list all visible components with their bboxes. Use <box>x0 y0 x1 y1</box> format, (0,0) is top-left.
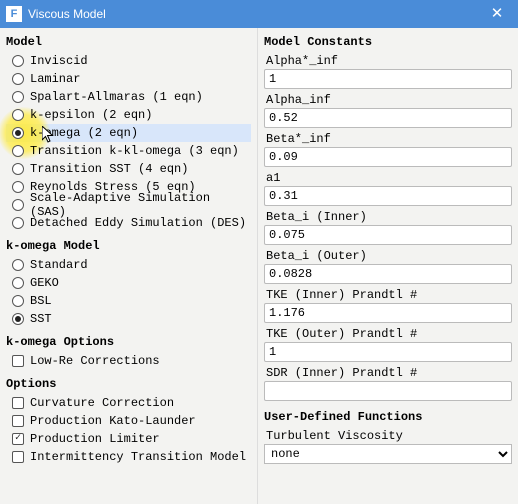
options-group: Options Curvature Correction Production K… <box>6 374 251 466</box>
close-button[interactable]: ✕ <box>482 0 512 28</box>
const-input-2[interactable] <box>264 147 512 167</box>
checkbox-icon <box>12 451 24 463</box>
checkbox-icon <box>12 397 24 409</box>
const-label-1: Alpha_inf <box>264 91 512 108</box>
constants-heading: Model Constants <box>264 32 512 52</box>
model-label: Inviscid <box>30 54 88 68</box>
komega-model-label: SST <box>30 312 52 326</box>
komega-model-heading: k-omega Model <box>6 236 251 256</box>
model-label: Transition k-kl-omega (3 eqn) <box>30 144 239 158</box>
radio-icon <box>12 295 24 307</box>
komega-options-group: k-omega Options Low-Re Corrections <box>6 332 251 370</box>
komega-model-label: GEKO <box>30 276 59 290</box>
app-icon: F <box>6 6 22 22</box>
model-radio-0[interactable]: Inviscid <box>6 52 251 70</box>
model-label: Detached Eddy Simulation (DES) <box>30 216 246 230</box>
komega-model-label: Standard <box>30 258 88 272</box>
model-radio-6[interactable]: Transition SST (4 eqn) <box>6 160 251 178</box>
const-input-5[interactable] <box>264 264 512 284</box>
radio-icon <box>12 217 24 229</box>
const-label-6: TKE (Inner) Prandtl # <box>264 286 512 303</box>
constants-group: Model Constants Alpha*_inf Alpha_inf Beta*… <box>264 32 512 403</box>
const-input-7[interactable] <box>264 342 512 362</box>
udf-heading: User-Defined Functions <box>264 407 512 427</box>
model-heading: Model <box>6 32 251 52</box>
radio-icon <box>12 127 24 139</box>
checkbox-icon <box>12 415 24 427</box>
const-input-0[interactable] <box>264 69 512 89</box>
const-label-5: Beta_i (Outer) <box>264 247 512 264</box>
model-group: Model Inviscid Laminar Spalart-Allmaras (1… <box>6 32 251 232</box>
window-title: Viscous Model <box>28 7 482 21</box>
radio-icon <box>12 73 24 85</box>
radio-icon <box>12 277 24 289</box>
const-input-1[interactable] <box>264 108 512 128</box>
options-label: Intermittency Transition Model <box>30 450 246 464</box>
options-label: Curvature Correction <box>30 396 174 410</box>
model-radio-8[interactable]: Scale-Adaptive Simulation (SAS) <box>6 196 251 214</box>
options-heading: Options <box>6 374 251 394</box>
model-radio-5[interactable]: Transition k-kl-omega (3 eqn) <box>6 142 251 160</box>
checkbox-icon <box>12 433 24 445</box>
const-label-3: a1 <box>264 169 512 186</box>
radio-icon <box>12 199 24 211</box>
udf-turb-visc-select[interactable]: none <box>264 444 512 464</box>
komega-options-heading: k-omega Options <box>6 332 251 352</box>
model-label: Spalart-Allmaras (1 eqn) <box>30 90 203 104</box>
const-input-8[interactable] <box>264 381 512 401</box>
model-label: Laminar <box>30 72 80 86</box>
const-label-0: Alpha*_inf <box>264 52 512 69</box>
options-label: Production Kato-Launder <box>30 414 196 428</box>
radio-icon <box>12 109 24 121</box>
komega-model-label: BSL <box>30 294 52 308</box>
model-radio-9[interactable]: Detached Eddy Simulation (DES) <box>6 214 251 232</box>
model-radio-2[interactable]: Spalart-Allmaras (1 eqn) <box>6 88 251 106</box>
model-label: Scale-Adaptive Simulation (SAS) <box>30 191 251 219</box>
model-label: k-omega (2 eqn) <box>30 126 138 140</box>
model-label: k-epsilon (2 eqn) <box>30 108 152 122</box>
komega-model-radio-1[interactable]: GEKO <box>6 274 251 292</box>
const-label-7: TKE (Outer) Prandtl # <box>264 325 512 342</box>
radio-icon <box>12 181 24 193</box>
const-label-8: SDR (Inner) Prandtl # <box>264 364 512 381</box>
model-radio-4[interactable]: k-omega (2 eqn) <box>6 124 251 142</box>
options-check-2[interactable]: Production Limiter <box>6 430 251 448</box>
options-check-1[interactable]: Production Kato-Launder <box>6 412 251 430</box>
model-radio-3[interactable]: k-epsilon (2 eqn) <box>6 106 251 124</box>
komega-model-radio-2[interactable]: BSL <box>6 292 251 310</box>
radio-icon <box>12 145 24 157</box>
options-check-3[interactable]: Intermittency Transition Model <box>6 448 251 466</box>
radio-icon <box>12 259 24 271</box>
const-label-2: Beta*_inf <box>264 130 512 147</box>
radio-icon <box>12 163 24 175</box>
komega-options-check-0[interactable]: Low-Re Corrections <box>6 352 251 370</box>
radio-icon <box>12 91 24 103</box>
radio-icon <box>12 55 24 67</box>
udf-turb-visc-label: Turbulent Viscosity <box>264 427 512 444</box>
const-input-3[interactable] <box>264 186 512 206</box>
udf-group: User-Defined Functions Turbulent Viscosi… <box>264 407 512 464</box>
checkbox-icon <box>12 355 24 367</box>
komega-model-radio-3[interactable]: SST <box>6 310 251 328</box>
options-check-0[interactable]: Curvature Correction <box>6 394 251 412</box>
radio-icon <box>12 313 24 325</box>
komega-model-group: k-omega Model Standard GEKO BSL SST <box>6 236 251 328</box>
const-input-6[interactable] <box>264 303 512 323</box>
titlebar: F Viscous Model ✕ <box>0 0 518 28</box>
komega-model-radio-0[interactable]: Standard <box>6 256 251 274</box>
const-label-4: Beta_i (Inner) <box>264 208 512 225</box>
komega-options-label: Low-Re Corrections <box>30 354 160 368</box>
model-radio-1[interactable]: Laminar <box>6 70 251 88</box>
model-label: Transition SST (4 eqn) <box>30 162 188 176</box>
const-input-4[interactable] <box>264 225 512 245</box>
options-label: Production Limiter <box>30 432 160 446</box>
